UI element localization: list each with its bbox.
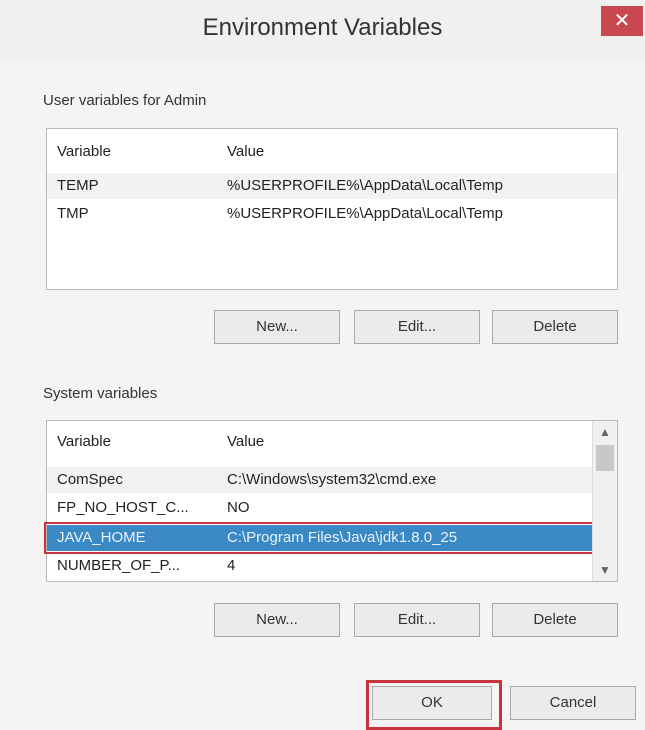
list-item[interactable]: NUMBER_OF_P... 4 xyxy=(47,553,592,579)
system-delete-button[interactable]: Delete xyxy=(492,603,618,637)
system-variables-list[interactable]: Variable Value ComSpec C:\Windows\system… xyxy=(44,420,618,582)
vertical-scrollbar[interactable]: ▲ ▼ xyxy=(592,421,617,581)
list-header: Variable Value xyxy=(47,139,617,165)
variable-value: 4 xyxy=(227,557,236,574)
variable-name: ComSpec xyxy=(57,471,123,488)
variable-name: TMP xyxy=(57,205,89,222)
list-item[interactable]: TMP %USERPROFILE%\AppData\Local\Temp xyxy=(47,201,617,227)
ok-button[interactable]: OK xyxy=(372,686,492,720)
column-header-variable[interactable]: Variable xyxy=(57,139,111,165)
close-button[interactable]: ✕ xyxy=(601,6,643,36)
cancel-button[interactable]: Cancel xyxy=(510,686,636,720)
variable-value: %USERPROFILE%\AppData\Local\Temp xyxy=(227,205,503,222)
variable-name: JAVA_HOME xyxy=(57,529,146,546)
scroll-up-icon[interactable]: ▲ xyxy=(593,425,617,439)
system-new-button[interactable]: New... xyxy=(214,603,340,637)
variable-value: %USERPROFILE%\AppData\Local\Temp xyxy=(227,177,503,194)
system-variables-label: System variables xyxy=(43,385,158,402)
list-item[interactable]: TEMP %USERPROFILE%\AppData\Local\Temp xyxy=(47,173,617,199)
variable-name: FP_NO_HOST_C... xyxy=(57,499,189,516)
user-variables-label: User variables for Admin xyxy=(43,92,207,109)
list-header: Variable Value xyxy=(47,429,592,455)
user-delete-button[interactable]: Delete xyxy=(492,310,618,344)
scroll-down-icon[interactable]: ▼ xyxy=(593,563,617,577)
user-new-button[interactable]: New... xyxy=(214,310,340,344)
variable-value: C:\Program Files\Java\jdk1.8.0_25 xyxy=(227,529,458,546)
variable-name: NUMBER_OF_P... xyxy=(57,557,181,574)
close-icon: ✕ xyxy=(613,10,631,32)
variable-value: NO xyxy=(227,499,250,516)
window-title: Environment Variables xyxy=(202,14,443,41)
list-item[interactable]: ComSpec C:\Windows\system32\cmd.exe xyxy=(47,467,592,493)
title-bar: Environment Variables ✕ xyxy=(0,0,645,60)
user-edit-button[interactable]: Edit... xyxy=(354,310,480,344)
list-item[interactable]: FP_NO_HOST_C... NO xyxy=(47,495,592,521)
column-header-value[interactable]: Value xyxy=(227,139,264,165)
list-item-selected[interactable]: JAVA_HOME C:\Program Files\Java\jdk1.8.0… xyxy=(44,522,595,554)
variable-name: TEMP xyxy=(57,177,99,194)
user-variables-list[interactable]: Variable Value TEMP %USERPROFILE%\AppDat… xyxy=(46,128,618,290)
column-header-variable[interactable]: Variable xyxy=(57,429,111,455)
system-edit-button[interactable]: Edit... xyxy=(354,603,480,637)
variable-value: C:\Windows\system32\cmd.exe xyxy=(227,471,437,488)
scroll-thumb[interactable] xyxy=(596,445,614,471)
column-header-value[interactable]: Value xyxy=(227,429,264,455)
